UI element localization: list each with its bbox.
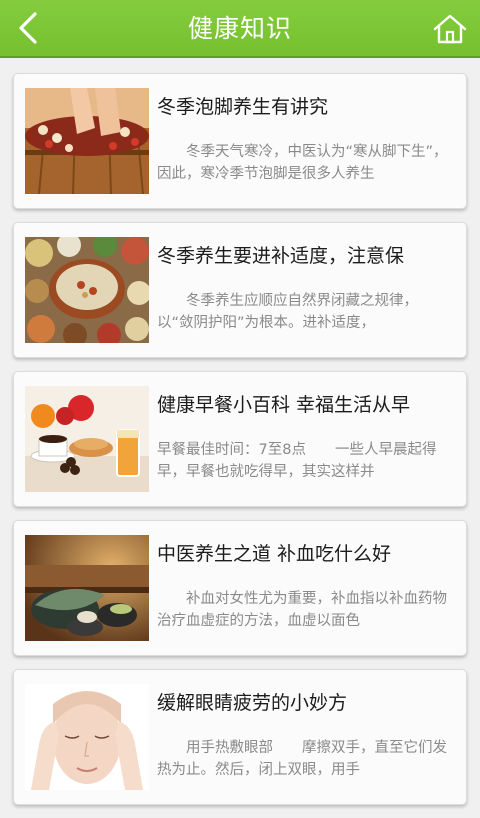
top-bar: 健康知识	[0, 0, 480, 58]
article-summary: 冬季天气寒冷，中医认为“寒从脚下生”，因此，寒冷季节泡脚是很多人养生	[157, 144, 448, 182]
article-summary: 用手热敷眼部 摩擦双手，直至它们发热为止。然后，闭上双眼，用手	[157, 740, 447, 778]
article-card[interactable]: 冬季泡脚养生有讲究 冬季天气寒冷，中医认为“寒从脚下生”，因此，寒冷季节泡脚是很…	[13, 73, 467, 209]
article-thumbnail	[25, 237, 149, 343]
article-thumbnail	[25, 88, 149, 194]
article-thumbnail	[25, 535, 149, 641]
home-icon	[433, 14, 467, 44]
article-card[interactable]: 中医养生之道 补血吃什么好 补血对女性尤为重要，补血指以补血药物治疗血虚症的方法…	[13, 520, 467, 656]
article-title: 冬季养生要进补适度，注意保	[157, 245, 405, 267]
article-title: 中医养生之道 补血吃什么好	[157, 543, 392, 565]
article-card[interactable]: 冬季养生要进补适度，注意保 冬季养生应顺应自然界闭藏之规律，以“敛阴护阳”为根本…	[13, 222, 467, 358]
home-button[interactable]	[428, 8, 472, 50]
article-list: 冬季泡脚养生有讲究 冬季天气寒冷，中医认为“寒从脚下生”，因此，寒冷季节泡脚是很…	[13, 73, 467, 818]
article-thumbnail	[25, 684, 149, 790]
article-title: 冬季泡脚养生有讲究	[157, 96, 329, 118]
breakfast-image	[25, 386, 149, 492]
spa-stones-image	[25, 535, 149, 641]
herbal-soup-image	[25, 237, 149, 343]
article-summary: 补血对女性尤为重要，补血指以补血药物治疗血虚症的方法，血虚以面色	[157, 591, 447, 629]
article-card[interactable]: 缓解眼睛疲劳的小妙方 用手热敷眼部 摩擦双手，直至它们发热为止。然后，闭上双眼，…	[13, 669, 467, 805]
article-summary: 冬季养生应顺应自然界闭藏之规律，以“敛阴护阳”为根本。进补适度，	[157, 293, 418, 331]
article-title: 缓解眼睛疲劳的小妙方	[157, 692, 348, 714]
article-card[interactable]: 健康早餐小百科 幸福生活从早 早餐最佳时间：7至8点 一些人早晨起得早，早餐也就…	[13, 371, 467, 507]
article-summary: 早餐最佳时间：7至8点 一些人早晨起得早，早餐也就吃得早，其实这样并	[157, 442, 437, 480]
foot-bath-image	[25, 88, 149, 194]
page-title: 健康知识	[187, 14, 292, 43]
face-massage-image	[25, 684, 149, 790]
article-title: 健康早餐小百科 幸福生活从早	[157, 394, 411, 416]
article-thumbnail	[25, 386, 149, 492]
